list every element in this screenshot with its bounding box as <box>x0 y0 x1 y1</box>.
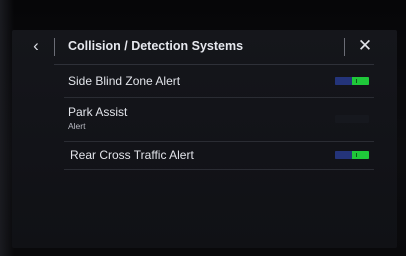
header-divider-right <box>344 38 345 56</box>
rear-cross-traffic-toggle[interactable] <box>335 151 369 159</box>
setting-row-rear-cross-traffic-alert[interactable]: Rear Cross Traffic Alert <box>64 142 374 170</box>
settings-screen: ‹ Collision / Detection Systems ✕ Side B… <box>12 30 397 248</box>
page-title: Collision / Detection Systems <box>68 39 244 53</box>
toggle-track-off <box>335 115 352 123</box>
close-button[interactable]: ✕ <box>354 34 376 58</box>
toggle-knob <box>356 153 357 157</box>
setting-row-park-assist[interactable]: Park Assist Alert <box>64 98 374 142</box>
toggle-track-on <box>352 77 369 85</box>
header-divider-left <box>54 38 55 56</box>
close-icon: ✕ <box>357 36 373 55</box>
row-divider <box>64 169 374 170</box>
toggle-track-off <box>335 77 352 85</box>
side-blind-zone-toggle[interactable] <box>335 77 369 85</box>
toggle-track-on <box>352 115 369 123</box>
setting-label: Side Blind Zone Alert <box>68 74 181 88</box>
park-assist-toggle[interactable] <box>335 115 369 123</box>
toggle-track-off <box>335 151 352 159</box>
header-bar: ‹ Collision / Detection Systems ✕ <box>12 30 397 64</box>
setting-label: Park Assist <box>68 105 128 119</box>
setting-sublabel: Alert <box>68 121 86 131</box>
setting-row-side-blind-zone-alert[interactable]: Side Blind Zone Alert <box>64 66 374 98</box>
back-button[interactable]: ‹ <box>26 35 46 57</box>
header-divider-line <box>54 64 374 65</box>
toggle-knob <box>356 79 357 83</box>
chevron-left-icon: ‹ <box>33 36 39 55</box>
toggle-track-on <box>352 151 369 159</box>
setting-label: Rear Cross Traffic Alert <box>70 148 194 162</box>
